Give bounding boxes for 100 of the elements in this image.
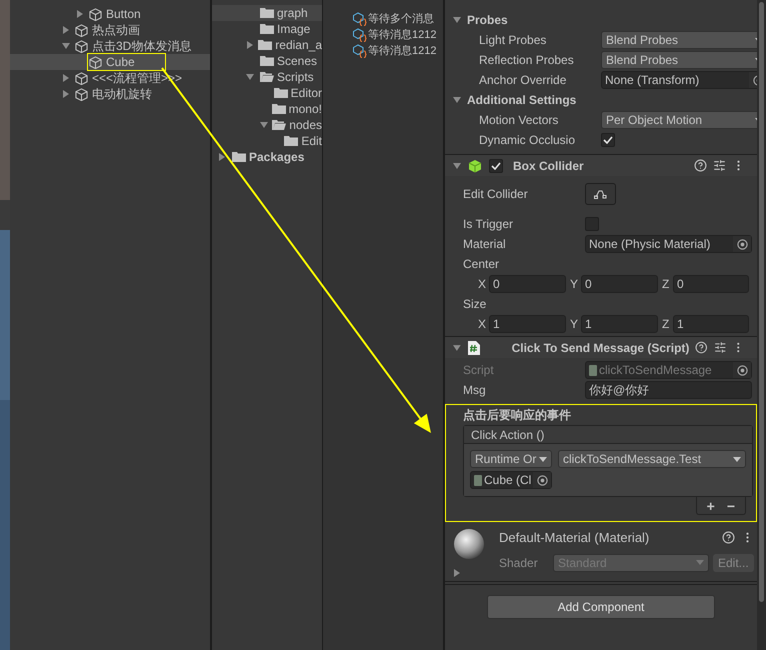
- check-icon: [491, 162, 501, 170]
- field-label: Material: [463, 236, 507, 253]
- dropdown[interactable]: Blend Probes: [601, 51, 757, 69]
- folder-item[interactable]: Image: [260, 20, 310, 38]
- object-field[interactable]: None (Physic Material): [585, 235, 752, 253]
- field-label: Size: [463, 296, 488, 313]
- field-label: Light Probes: [479, 32, 548, 49]
- number-field[interactable]: 1: [581, 315, 658, 333]
- object-field[interactable]: Cube (Cl: [470, 471, 552, 489]
- text-field[interactable]: 你好@你好: [585, 381, 752, 399]
- runtime-dropdown[interactable]: Runtime Or: [470, 450, 552, 468]
- checkbox[interactable]: [585, 217, 599, 231]
- expanded-arrow-icon[interactable]: [453, 162, 461, 170]
- axis-label: X: [478, 316, 487, 333]
- folder-item[interactable]: Editor: [274, 84, 322, 102]
- cube-icon: [89, 56, 102, 68]
- script-asset-icon: [353, 12, 367, 26]
- collapsed-arrow-icon[interactable]: [218, 153, 226, 161]
- remove-button[interactable]: −: [726, 498, 735, 512]
- field-label: Dynamic Occlusio: [479, 132, 576, 149]
- hierarchy-item[interactable]: Button: [88, 6, 142, 22]
- expanded-arrow-icon[interactable]: [260, 121, 268, 129]
- help-icon[interactable]: [722, 531, 735, 544]
- open-folder-icon: [272, 119, 286, 131]
- folder-item[interactable]: Scenes: [260, 52, 318, 70]
- help-icon[interactable]: [694, 159, 707, 172]
- section-heading[interactable]: Additional Settings: [467, 91, 576, 109]
- checkbox[interactable]: [489, 158, 503, 172]
- hierarchy-item[interactable]: 热点动画: [74, 22, 141, 38]
- expanded-arrow-icon[interactable]: [246, 73, 254, 81]
- script-file-item[interactable]: 等待消息1212: [353, 43, 443, 59]
- event-title: Click Action (): [464, 426, 752, 444]
- dropdown[interactable]: Per Object Motion: [601, 111, 757, 129]
- number-field[interactable]: 0: [581, 275, 658, 293]
- expanded-arrow-icon[interactable]: [62, 42, 70, 50]
- script-icon: [589, 364, 597, 376]
- script-file-item[interactable]: 等待消息1212: [353, 27, 443, 43]
- help-icon[interactable]: [695, 341, 708, 354]
- folder-item[interactable]: mono!: [272, 100, 322, 118]
- target-icon[interactable]: [736, 364, 748, 376]
- target-icon[interactable]: [736, 238, 748, 250]
- component-header[interactable]: Click To Send Message (Script): [445, 337, 757, 358]
- expanded-arrow-icon[interactable]: [453, 96, 461, 104]
- hierarchy-item[interactable]: 点击3D物体发消息: [74, 38, 192, 54]
- field-label: Motion Vectors: [479, 112, 560, 129]
- dropdown[interactable]: Blend Probes: [601, 31, 757, 49]
- cube-icon: [75, 24, 88, 36]
- script-file-item[interactable]: 等待多个消息: [353, 11, 443, 27]
- function-dropdown[interactable]: clickToSendMessage.Test: [558, 450, 746, 468]
- folder-item[interactable]: Scripts: [260, 68, 314, 86]
- section-heading[interactable]: Probes: [467, 11, 508, 29]
- field-label: Edit Collider: [463, 186, 529, 203]
- object-field[interactable]: None (Transform): [601, 71, 757, 89]
- presets-icon[interactable]: [714, 341, 726, 354]
- folder-icon: [260, 7, 274, 19]
- cube-icon: [75, 40, 88, 52]
- material-sphere-icon: [453, 528, 485, 560]
- axis-label: Z: [662, 276, 670, 293]
- shader-label: Shader: [499, 554, 539, 572]
- add-button[interactable]: +: [706, 498, 715, 512]
- folder-item[interactable]: Edit: [284, 132, 322, 150]
- folder-item[interactable]: Packages: [232, 148, 304, 166]
- target-icon[interactable]: [536, 474, 548, 486]
- event-label: 点击后要响应的事件: [462, 407, 572, 424]
- component-header[interactable]: Box Collider: [445, 155, 757, 176]
- script-asset-icon: [353, 28, 367, 42]
- field-label: Is Trigger: [463, 216, 514, 233]
- open-folder-icon: [260, 71, 274, 83]
- number-field[interactable]: 1: [489, 315, 566, 333]
- field-label: Script: [463, 362, 495, 379]
- caret-icon: [696, 560, 704, 565]
- expanded-arrow-icon[interactable]: [453, 16, 461, 24]
- field-label: Center: [463, 256, 500, 273]
- script-icon: [474, 474, 482, 486]
- caret-icon: [539, 456, 547, 462]
- folder-icon: [284, 135, 298, 147]
- folder-item[interactable]: redian_a: [258, 36, 322, 54]
- number-field[interactable]: 0: [489, 275, 566, 293]
- folder-icon: [260, 23, 274, 35]
- presets-icon[interactable]: [713, 159, 726, 172]
- axis-label: Z: [662, 316, 670, 333]
- axis-label: Y: [570, 316, 579, 333]
- folder-icon: [258, 39, 272, 51]
- field-label: Reflection Probes: [479, 52, 575, 69]
- number-field[interactable]: 0: [673, 275, 749, 293]
- hierarchy-item[interactable]: 电动机旋转: [74, 86, 153, 102]
- folder-icon: [272, 103, 286, 115]
- add-component-button[interactable]: Add Component: [487, 595, 715, 619]
- checkbox[interactable]: [601, 133, 615, 147]
- cube-icon: [75, 72, 88, 84]
- script-asset-icon: [353, 44, 367, 58]
- component-title: Box Collider: [513, 158, 585, 174]
- check-icon: [603, 136, 613, 144]
- folder-icon: [274, 87, 288, 99]
- expanded-arrow-icon[interactable]: [453, 344, 461, 352]
- field-label: Msg: [463, 382, 487, 399]
- edit-collider-button[interactable]: [585, 183, 616, 205]
- folder-item[interactable]: nodes: [272, 116, 322, 134]
- number-field[interactable]: 1: [673, 315, 749, 333]
- cube-icon: [89, 8, 102, 20]
